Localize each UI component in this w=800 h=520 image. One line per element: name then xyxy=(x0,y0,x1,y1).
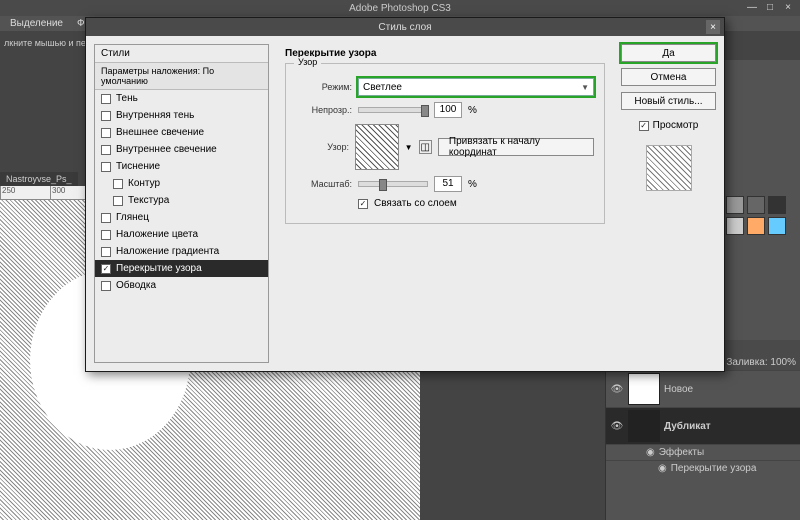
preview-checkbox[interactable]: ✓ xyxy=(639,121,649,131)
app-title: Adobe Photoshop CS3 xyxy=(349,3,451,14)
minimize-icon[interactable]: — xyxy=(744,1,760,13)
swatch[interactable] xyxy=(747,196,765,214)
layer-style-dialog: Стиль слоя × Стили Параметры наложения: … xyxy=(85,17,725,372)
style-item[interactable]: Внутренняя тень xyxy=(95,107,268,124)
ok-button[interactable]: Да xyxy=(621,44,716,62)
pattern-picker[interactable] xyxy=(355,124,399,170)
chevron-down-icon[interactable]: ▼ xyxy=(405,143,413,152)
new-preset-button[interactable]: ◫ xyxy=(419,140,432,154)
swatch[interactable] xyxy=(726,217,744,235)
style-label: Перекрытие узора xyxy=(116,263,202,274)
layer-thumb[interactable] xyxy=(628,410,660,442)
section-title: Перекрытие узора xyxy=(285,48,605,59)
opacity-slider[interactable] xyxy=(358,107,428,113)
opacity-input[interactable]: 100 xyxy=(434,102,462,118)
visibility-icon[interactable]: 👁 xyxy=(610,384,624,395)
style-item[interactable]: Наложение цвета xyxy=(95,226,268,243)
style-checkbox[interactable] xyxy=(101,94,111,104)
style-item[interactable]: Тиснение xyxy=(95,158,268,175)
layer-name: Новое xyxy=(664,384,693,395)
swatch[interactable] xyxy=(747,217,765,235)
style-label: Текстура xyxy=(128,195,169,206)
style-label: Наложение градиента xyxy=(116,246,219,257)
fx-icon: ◉ xyxy=(658,463,667,474)
style-checkbox[interactable] xyxy=(101,145,111,155)
options-hint: лкните мышью и пер xyxy=(4,38,91,48)
style-label: Глянец xyxy=(116,212,149,223)
layer-fx-item[interactable]: ◉ Перекрытие узора xyxy=(606,460,800,476)
layer-row[interactable]: 👁 Новое xyxy=(606,370,800,407)
close-icon[interactable]: × xyxy=(706,20,720,34)
style-checkbox[interactable] xyxy=(113,196,123,206)
style-checkbox[interactable]: ✓ xyxy=(101,264,111,274)
style-item[interactable]: Внутреннее свечение xyxy=(95,141,268,158)
swatch[interactable] xyxy=(768,217,786,235)
document-tab[interactable]: Nastroyvse_Ps_ xyxy=(0,172,78,186)
styles-header[interactable]: Стили xyxy=(95,45,268,63)
style-checkbox[interactable] xyxy=(113,179,123,189)
scale-slider[interactable] xyxy=(358,181,428,187)
style-checkbox[interactable] xyxy=(101,230,111,240)
maximize-icon[interactable]: □ xyxy=(762,1,778,13)
visibility-icon[interactable]: 👁 xyxy=(610,421,624,432)
style-checkbox[interactable] xyxy=(101,111,111,121)
style-label: Внутренняя тень xyxy=(116,110,194,121)
style-item[interactable]: ✓ Перекрытие узора xyxy=(95,260,268,277)
layer-row[interactable]: 👁 Дубликат xyxy=(606,407,800,444)
style-checkbox[interactable] xyxy=(101,128,111,138)
style-item[interactable]: Внешнее свечение xyxy=(95,124,268,141)
style-label: Наложение цвета xyxy=(116,229,198,240)
blend-mode-select[interactable]: Светлее ▼ xyxy=(358,78,594,96)
style-label: Обводка xyxy=(116,280,156,291)
layer-name: Дубликат xyxy=(664,421,711,432)
swatch[interactable] xyxy=(726,196,744,214)
fieldset-legend: Узор xyxy=(294,57,321,67)
chevron-down-icon: ▼ xyxy=(581,83,589,92)
style-label: Внутреннее свечение xyxy=(116,144,217,155)
link-layer-label: Связать со слоем xyxy=(374,198,457,209)
fx-icon: ◉ xyxy=(646,447,655,458)
styles-list: Стили Параметры наложения: По умолчанию … xyxy=(94,44,269,363)
style-label: Внешнее свечение xyxy=(116,127,204,138)
blending-options[interactable]: Параметры наложения: По умолчанию xyxy=(95,63,268,90)
close-icon[interactable]: × xyxy=(780,1,796,13)
swatch[interactable] xyxy=(768,196,786,214)
preview-swatch xyxy=(646,145,692,191)
style-label: Тень xyxy=(116,93,138,104)
style-checkbox[interactable] xyxy=(101,281,111,291)
style-item[interactable]: Текстура xyxy=(95,192,268,209)
mode-label: Режим: xyxy=(296,82,352,92)
style-label: Тиснение xyxy=(116,161,160,172)
cancel-button[interactable]: Отмена xyxy=(621,68,716,86)
style-label: Контур xyxy=(128,178,160,189)
scale-input[interactable]: 51 xyxy=(434,176,462,192)
style-item[interactable]: Обводка xyxy=(95,277,268,294)
style-item[interactable]: Тень xyxy=(95,90,268,107)
style-checkbox[interactable] xyxy=(101,213,111,223)
menu-item[interactable]: Выделение xyxy=(10,18,63,29)
dialog-title: Стиль слоя xyxy=(378,22,431,33)
preview-label: Просмотр xyxy=(653,120,699,131)
opacity-label: Непрозр.: xyxy=(296,105,352,115)
layer-thumb[interactable] xyxy=(628,373,660,405)
style-item[interactable]: Контур xyxy=(95,175,268,192)
layer-fx[interactable]: ◉ Эффекты xyxy=(606,444,800,460)
link-layer-checkbox[interactable]: ✓ xyxy=(358,199,368,209)
new-style-button[interactable]: Новый стиль... xyxy=(621,92,716,110)
snap-origin-button[interactable]: Привязать к началу координат xyxy=(438,138,594,156)
scale-label: Масштаб: xyxy=(296,179,352,189)
style-item[interactable]: Наложение градиента xyxy=(95,243,268,260)
style-item[interactable]: Глянец xyxy=(95,209,268,226)
style-checkbox[interactable] xyxy=(101,247,111,257)
pattern-label: Узор: xyxy=(296,142,349,152)
style-checkbox[interactable] xyxy=(101,162,111,172)
